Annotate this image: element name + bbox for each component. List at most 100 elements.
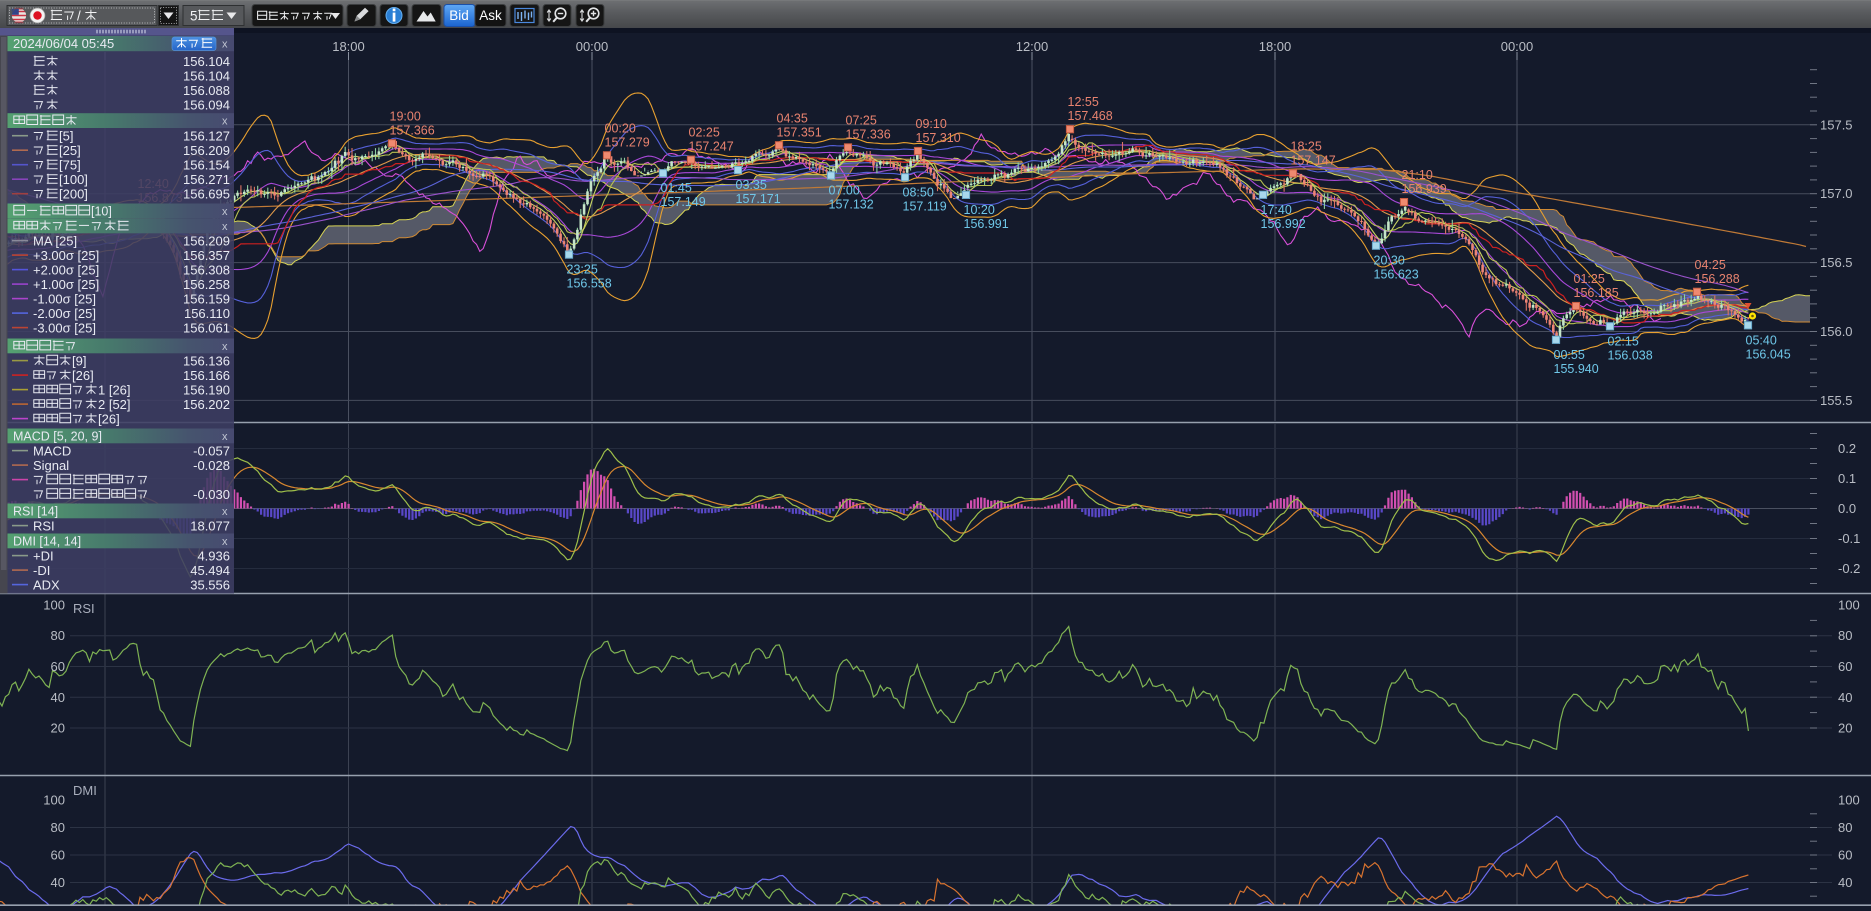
svg-text:07:00: 07:00 <box>829 184 860 198</box>
svg-text:-0.028: -0.028 <box>193 458 230 473</box>
svg-text:156.045: 156.045 <box>1746 347 1791 361</box>
svg-text:x: x <box>222 116 228 128</box>
svg-text:40: 40 <box>1838 690 1852 705</box>
svg-text:-0.057: -0.057 <box>193 443 230 458</box>
svg-text:x: x <box>222 341 228 353</box>
svg-text:80: 80 <box>1838 820 1852 835</box>
svg-text:12:55: 12:55 <box>1068 95 1099 109</box>
svg-text:156.166: 156.166 <box>183 368 230 383</box>
svg-text:18:25: 18:25 <box>1291 139 1322 153</box>
svg-text:-0.1: -0.1 <box>1838 531 1860 546</box>
svg-text:157.310: 157.310 <box>916 131 961 145</box>
svg-text:60: 60 <box>51 659 65 674</box>
svg-text:DMI [14, 14]: DMI [14, 14] <box>13 535 81 549</box>
svg-text:04:35: 04:35 <box>777 111 808 125</box>
svg-text:20: 20 <box>51 721 65 736</box>
svg-text:01:25: 01:25 <box>1574 272 1605 286</box>
svg-text:157.171: 157.171 <box>736 192 781 206</box>
svg-text:157.0: 157.0 <box>1820 186 1853 201</box>
svg-text:Bid: Bid <box>449 8 469 23</box>
svg-text:156.558: 156.558 <box>567 277 612 291</box>
svg-text:MACD: MACD <box>33 443 71 458</box>
svg-text:100: 100 <box>43 598 65 613</box>
svg-text:157.279: 157.279 <box>605 135 650 149</box>
svg-text:156.127: 156.127 <box>183 129 230 144</box>
svg-text:156.038: 156.038 <box>1608 348 1653 362</box>
svg-text:40: 40 <box>51 690 65 705</box>
svg-text:20:30: 20:30 <box>1374 254 1405 268</box>
svg-text:17:40: 17:40 <box>1261 203 1292 217</box>
svg-text:156.623: 156.623 <box>1374 268 1419 282</box>
svg-text:4.936: 4.936 <box>197 548 230 563</box>
svg-text:80: 80 <box>1838 628 1852 643</box>
svg-text:Signal: Signal <box>33 458 69 473</box>
svg-text:/: / <box>77 8 81 23</box>
svg-text:[25]: [25] <box>59 143 81 158</box>
svg-text:-0.2: -0.2 <box>1838 561 1860 576</box>
svg-text:x: x <box>222 206 228 218</box>
svg-text:12:00: 12:00 <box>1016 39 1049 54</box>
svg-text:157.5: 157.5 <box>1820 117 1853 132</box>
svg-text:157.132: 157.132 <box>829 198 874 212</box>
svg-text:155.940: 155.940 <box>1554 362 1599 376</box>
svg-text:156.154: 156.154 <box>183 158 230 173</box>
svg-text:01:45: 01:45 <box>661 181 692 195</box>
svg-text:157.351: 157.351 <box>777 125 822 139</box>
svg-text:[5]: [5] <box>59 129 73 144</box>
svg-text:00:00: 00:00 <box>1501 39 1534 54</box>
svg-text:0.0: 0.0 <box>1838 501 1856 516</box>
svg-text:157.147: 157.147 <box>1291 153 1336 167</box>
svg-text:[75]: [75] <box>59 158 81 173</box>
svg-text:45.494: 45.494 <box>190 563 230 578</box>
svg-text:+1.00σ [25]: +1.00σ [25] <box>33 277 99 292</box>
svg-text:157.366: 157.366 <box>390 123 435 137</box>
svg-text:x: x <box>222 431 228 443</box>
svg-text:MACD [5, 20, 9]: MACD [5, 20, 9] <box>13 430 102 444</box>
svg-text:19:00: 19:00 <box>390 109 421 123</box>
svg-text:05:40: 05:40 <box>1746 333 1777 347</box>
svg-text:00:55: 00:55 <box>1554 348 1585 362</box>
svg-text:10:20: 10:20 <box>964 203 995 217</box>
svg-text:80: 80 <box>51 820 65 835</box>
svg-text:156.190: 156.190 <box>183 382 230 397</box>
svg-text:[200]: [200] <box>59 187 88 202</box>
svg-text:156.061: 156.061 <box>183 320 230 335</box>
svg-text:21:10: 21:10 <box>1402 168 1433 182</box>
svg-text:-0.030: -0.030 <box>193 487 230 502</box>
svg-text:80: 80 <box>51 628 65 643</box>
svg-text:100: 100 <box>43 793 65 808</box>
svg-text:156.288: 156.288 <box>1695 272 1740 286</box>
svg-text:[26]: [26] <box>72 368 94 383</box>
svg-text:156.202: 156.202 <box>183 397 230 412</box>
svg-text:0.1: 0.1 <box>1838 471 1856 486</box>
svg-text:156.271: 156.271 <box>183 172 230 187</box>
svg-text:ADX: ADX <box>33 577 60 592</box>
svg-text:156.0: 156.0 <box>1820 324 1853 339</box>
svg-text:RSI: RSI <box>73 601 95 616</box>
svg-text:156.088: 156.088 <box>183 83 230 98</box>
svg-text:+DI: +DI <box>33 548 54 563</box>
svg-text:x: x <box>222 506 228 518</box>
svg-text:08:50: 08:50 <box>903 185 934 199</box>
svg-text:-3.00σ [25]: -3.00σ [25] <box>33 320 96 335</box>
svg-text:03:35: 03:35 <box>736 178 767 192</box>
svg-text:155.5: 155.5 <box>1820 393 1853 408</box>
svg-text:100: 100 <box>1838 793 1860 808</box>
svg-text:2 [52]: 2 [52] <box>98 397 131 412</box>
svg-text:60: 60 <box>1838 848 1852 863</box>
svg-text:20: 20 <box>1838 721 1852 736</box>
svg-text:156.992: 156.992 <box>1261 217 1306 231</box>
svg-text:-DI: -DI <box>33 563 50 578</box>
svg-text:156.110: 156.110 <box>184 306 230 321</box>
svg-text:156.209: 156.209 <box>183 143 230 158</box>
svg-text:x: x <box>222 536 228 548</box>
svg-text:+2.00σ [25]: +2.00σ [25] <box>33 262 99 277</box>
svg-text:156.136: 156.136 <box>183 353 230 368</box>
svg-text:100: 100 <box>1838 598 1860 613</box>
svg-text:Ask: Ask <box>479 8 502 23</box>
svg-text:+3.00σ [25]: +3.00σ [25] <box>33 248 99 263</box>
svg-text:-2.00σ [25]: -2.00σ [25] <box>33 306 96 321</box>
svg-text:156.5: 156.5 <box>1820 255 1853 270</box>
svg-text:156.357: 156.357 <box>183 248 230 263</box>
svg-text:[9]: [9] <box>72 353 86 368</box>
